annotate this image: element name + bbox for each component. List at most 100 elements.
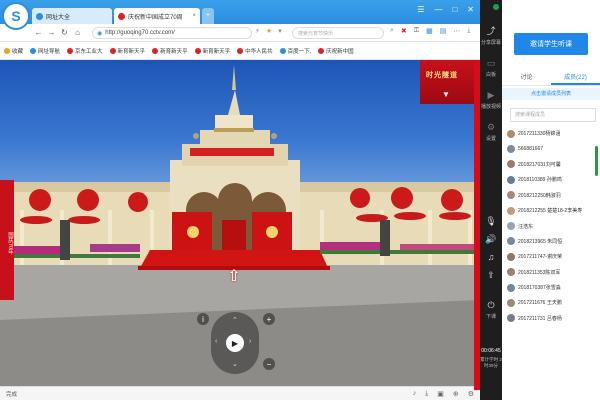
screenshot-icon[interactable]: ▣ [437,390,444,398]
settings-gear-icon: ⚙ [486,122,496,132]
bookmark-item[interactable]: 新育新天乎 [109,47,145,55]
close-icon[interactable]: ✕ [467,5,474,14]
expand-down-icon[interactable]: ▼ [442,90,450,99]
security-shield-icon[interactable]: ✖ [401,27,407,35]
browser-logo[interactable]: S [2,2,30,30]
bookmark-icon [318,47,325,54]
menu-icon[interactable]: ☰ [417,5,424,14]
share-screen-icon: ⤴ [486,26,496,36]
avatar [507,283,515,292]
bookmark-label: 新育新天乎 [202,48,231,55]
forward-icon[interactable]: → [45,28,58,37]
time-tunnel-banner[interactable]: 时光隧道 ▼ [420,60,480,104]
zoom-icon[interactable]: ⊕ [453,390,459,398]
bookmark-item[interactable]: 庆祝新中国 [318,47,354,55]
tab-home[interactable]: 网址大全 [32,8,112,24]
panel-tabs: 讨论 成员(22) [502,70,600,86]
star-icon[interactable]: ★ [266,27,272,35]
member-row[interactable]: 2017211731 吕春杨 [507,311,597,326]
bookmark-item[interactable]: 中华人民共 [237,47,273,55]
address-bar[interactable]: ◉ http://guoqing70.cctv.com/ [92,27,252,39]
member-row[interactable]: 566881667 [507,141,597,156]
maximize-icon[interactable]: □ [452,5,457,14]
bookmark-label: 网址导航 [38,48,61,55]
invite-students-button[interactable]: 邀请学生听课 [514,33,588,55]
bookmark-item[interactable]: 新育新天乎 [152,47,188,55]
info-button[interactable]: i [197,313,209,325]
bookmark-label: 新育新天乎 [160,48,188,55]
new-tab-button[interactable]: + [202,8,214,24]
grid-icon[interactable]: ▤ [440,27,447,35]
more-icon[interactable]: ⋯ [453,27,460,35]
settings-icon[interactable]: ⚙ [468,390,474,398]
bookmark-icon [152,47,159,54]
end-class-button[interactable]: ⏻ 下课 [480,300,502,320]
class-timer: 00:06:45 [481,348,501,354]
bookmark-item[interactable]: 网址导航 [30,47,60,55]
lightning-icon[interactable]: ⚡ [255,27,260,35]
member-row[interactable]: 2017211676 王天鹏 [507,295,597,310]
speaker-icon[interactable]: ♪ [413,390,417,398]
bookmark-label: 京东工业大 [75,48,103,55]
cctv-icon [118,12,125,20]
toolbox-icon[interactable]: ▦ [426,27,433,35]
avatar [507,129,515,138]
member-row[interactable]: 2017211747-谢庆荣 [507,249,597,264]
music-button[interactable]: ♫ [480,252,502,262]
pan-up-icon[interactable]: ⌃ [232,316,238,324]
volume-button[interactable]: 🔊 [480,234,502,245]
bookmark-item[interactable]: 百度一下, [279,47,311,55]
share-screen-button[interactable]: ⤴ 分享屏幕 [480,24,502,46]
member-name: 2018110389 孙鹏鸣 [518,177,562,184]
zoom-out-button[interactable]: − [263,358,275,370]
whiteboard-button[interactable]: ▭ 白板 [480,58,502,78]
member-row[interactable]: 2018212255 楚楚18-2李美寿 [507,203,597,218]
member-list-link[interactable]: 点击邀请成员列表 [502,88,600,100]
member-row[interactable]: 汪浩东 [507,218,597,233]
member-row[interactable]: 2018212250韩淑羽 [507,188,597,203]
tab-discussion[interactable]: 讨论 [502,70,551,85]
tab-members[interactable]: 成员(22) [551,70,600,85]
member-name: 2017211747-谢庆荣 [518,254,563,261]
download-icon[interactable]: ⤓ [467,27,470,35]
dropdown-icon[interactable]: ▾ [278,27,282,35]
search-input[interactable]: 搜索元宵节快乐 [292,27,384,39]
back-icon[interactable]: ← [32,28,45,37]
avatar [507,175,515,184]
forward-hotspot-icon[interactable]: ⇧ [226,266,242,285]
bookmark-item[interactable]: 京东工业大 [67,47,103,55]
close-tab-icon[interactable]: × [192,13,196,19]
play-icon[interactable]: ▶ [226,334,244,352]
member-row[interactable]: 2018110389 孙鹏鸣 [507,172,597,187]
bookmark-item[interactable]: 新育新天乎 [194,47,231,55]
mic-button[interactable]: 🎙 [480,216,502,227]
member-row[interactable]: 2018211353陈双军 [507,265,597,280]
search-icon[interactable]: ⌕ [390,27,394,35]
download-status-icon[interactable]: ⤓ [425,390,428,398]
member-row[interactable]: 2017211330杨锦涵 [507,126,597,141]
side-tab[interactable]: 国庆70年 [0,180,14,300]
export-button[interactable]: ⇪ [480,270,502,281]
pan-right-icon[interactable]: › [249,338,251,345]
bookmark-item[interactable]: 收藏 [4,47,23,55]
play-video-button[interactable]: ▶ 播放视频 [480,90,502,110]
pan-down-icon[interactable]: ⌄ [232,360,238,368]
browser-window: S 网址大全 庆祝新中国成立70周 × + ☰ — □ ✕ ← → ↻ ⌂ ◉ … [0,0,480,400]
tab-active[interactable]: 庆祝新中国成立70周 × [114,8,200,24]
refresh-icon[interactable]: ↻ [58,28,71,37]
member-search-input[interactable]: 搜索课程成员 [510,108,596,122]
panorama-viewer[interactable]: 国庆70年 时光隧道 ▼ ⇧ i + − ⌃ ⌄ ‹ › ▶ [0,60,480,386]
member-name: 2017211731 吕春杨 [518,315,562,322]
settings-button[interactable]: ⚙ 设置 [480,122,502,142]
member-row[interactable]: 2018213965 朱同恒 [507,234,597,249]
key-icon[interactable]: ⚿ [414,27,419,35]
member-row[interactable]: 2018217031刘可馨 [507,157,597,172]
member-row[interactable]: 2018170387张雪淼 [507,280,597,295]
class-timer-sub: 累计学时 2时39分 [480,357,502,368]
pan-left-icon[interactable]: ‹ [215,338,217,345]
home-icon[interactable]: ⌂ [71,28,84,37]
settings-label: 设置 [485,136,496,142]
zoom-in-button[interactable]: + [263,313,275,325]
member-list-scrollbar[interactable] [595,146,598,176]
minimize-icon[interactable]: — [434,5,442,14]
